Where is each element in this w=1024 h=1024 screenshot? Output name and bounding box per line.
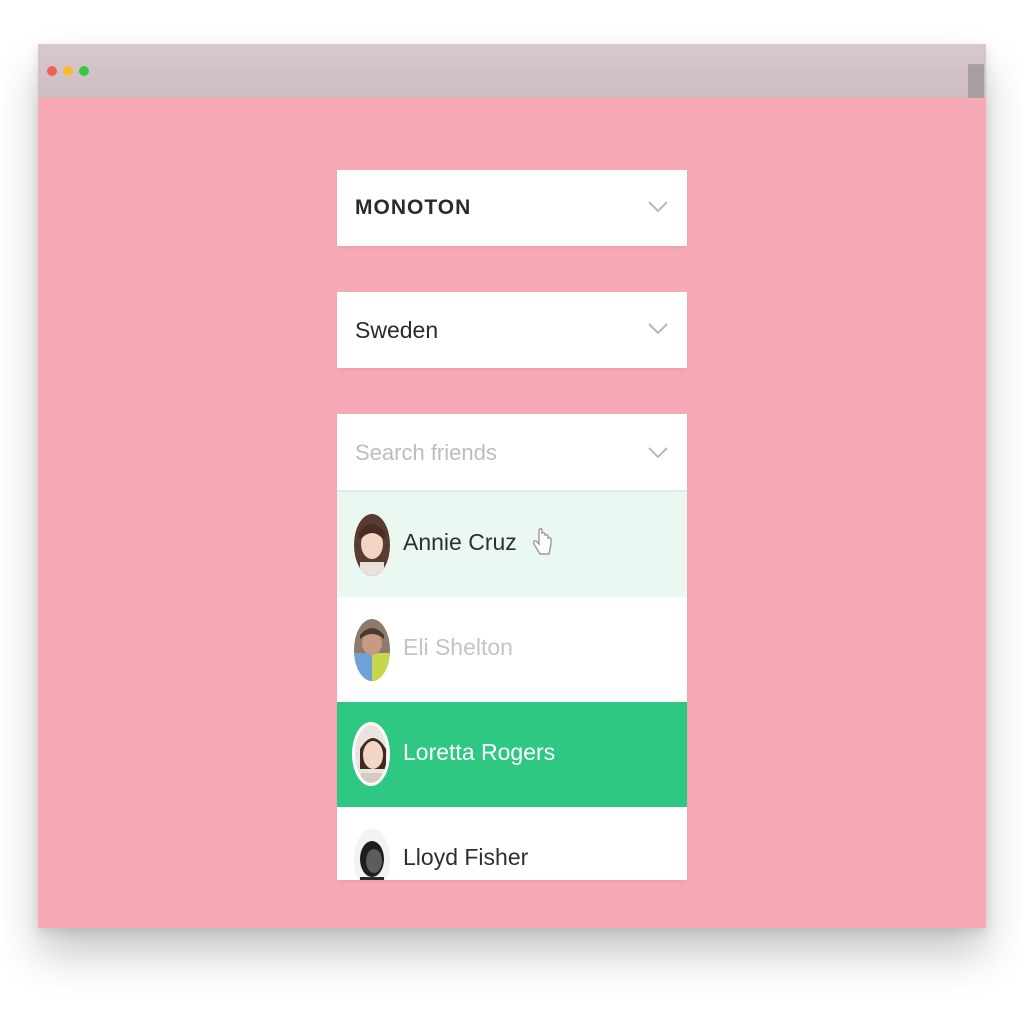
hand-pointer-icon xyxy=(531,526,553,558)
avatar xyxy=(354,619,390,681)
chevron-down-icon[interactable] xyxy=(647,198,669,214)
friend-option-loretta-rogers[interactable]: Loretta Rogers xyxy=(337,702,687,807)
font-select-value: MONOTON xyxy=(355,196,472,219)
friend-option-eli-shelton[interactable]: Eli Shelton xyxy=(337,597,687,702)
chevron-down-icon[interactable] xyxy=(647,444,669,460)
search-friends-input[interactable] xyxy=(355,436,625,470)
chevron-down-icon[interactable] xyxy=(647,320,669,336)
font-select[interactable]: MONOTON xyxy=(337,170,687,246)
maximize-window-button[interactable] xyxy=(79,66,89,76)
window-titlebar xyxy=(38,44,986,98)
browser-window: MONOTON Sweden Annie xyxy=(38,44,986,928)
friend-name: Lloyd Fisher xyxy=(403,844,529,870)
window-scrollbar[interactable] xyxy=(968,64,984,98)
avatar xyxy=(354,829,390,880)
friend-name: Loretta Rogers xyxy=(403,739,556,765)
avatar xyxy=(354,514,390,576)
friend-name: Annie Cruz xyxy=(403,529,517,555)
friend-option-annie-cruz[interactable]: Annie Cruz xyxy=(337,492,687,597)
country-select[interactable]: Sweden xyxy=(337,292,687,368)
avatar xyxy=(352,722,390,786)
friends-dropdown: Annie Cruz Eli Shelton xyxy=(337,414,687,880)
friend-option-lloyd-fisher[interactable]: Lloyd Fisher xyxy=(337,807,687,880)
minimize-window-button[interactable] xyxy=(63,66,73,76)
friends-search[interactable] xyxy=(337,414,687,492)
friend-name: Eli Shelton xyxy=(403,634,513,660)
close-window-button[interactable] xyxy=(47,66,57,76)
country-select-value: Sweden xyxy=(355,317,439,343)
